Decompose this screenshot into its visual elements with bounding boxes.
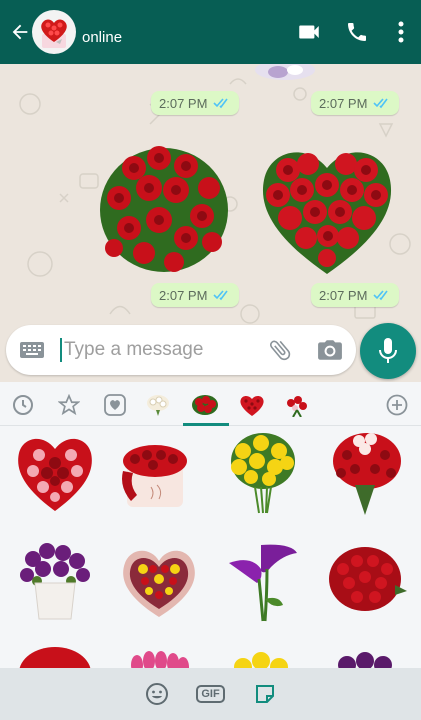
double-check-icon — [373, 98, 389, 109]
chat-header: online — [0, 0, 421, 64]
yellow-rose-bouquet-sticker — [231, 433, 295, 514]
message-timestamp: 2:07 PM — [151, 91, 240, 115]
sticker-purple-flowers-vase[interactable] — [10, 536, 100, 626]
heart-icon — [104, 394, 126, 416]
rose-box-sticker — [122, 445, 187, 507]
more-vert-icon — [398, 21, 404, 43]
yellow-roses-sticker — [234, 652, 288, 668]
heart-rose-box-icon — [41, 19, 67, 48]
sticker-tab-button[interactable] — [238, 674, 292, 714]
gif-label: GIF — [196, 685, 225, 703]
sticker-icon — [255, 685, 274, 703]
message-input[interactable] — [64, 339, 254, 361]
sticker-tabs — [0, 382, 421, 426]
message-timestamp: 2:07 PM — [151, 283, 240, 307]
paperclip-icon — [269, 340, 291, 361]
message-timestamp: 2:07 PM — [311, 283, 400, 307]
add-sticker-pack-button[interactable] — [380, 390, 414, 420]
purple-calla-lily-sticker — [229, 544, 297, 622]
attach-button[interactable] — [260, 330, 300, 370]
time-label: 2:07 PM — [159, 95, 208, 111]
rose-heart-sticker — [18, 438, 92, 511]
sticker-purple-calla-lily[interactable] — [218, 536, 308, 626]
red-rose-bunch-sticker — [329, 547, 407, 611]
panel-bottom-bar: GIF — [0, 668, 421, 720]
star-icon — [58, 394, 80, 416]
flower-top-sticker — [255, 64, 315, 80]
contact-avatar[interactable] — [32, 10, 76, 54]
partial-sticker[interactable] — [250, 64, 320, 93]
rose-heart-image — [262, 152, 392, 274]
time-label: 2:07 PM — [319, 95, 368, 111]
sticker-red-rose-bunch[interactable] — [322, 536, 412, 626]
arrow-left-icon — [12, 24, 28, 40]
rose-heart-pack-icon — [240, 396, 264, 416]
rose-bouquet-sticker[interactable] — [94, 138, 234, 283]
contact-status: online — [82, 28, 123, 46]
camera-icon — [318, 340, 342, 360]
tab-love[interactable] — [98, 390, 132, 420]
tab-favorites[interactable] — [52, 390, 86, 420]
back-button[interactable] — [6, 12, 34, 52]
recent-icon — [13, 395, 33, 415]
double-check-icon — [213, 290, 229, 301]
red-white-rose-bouquet-sticker — [333, 433, 401, 515]
purple-roses-sticker — [338, 652, 392, 668]
add-icon — [386, 394, 408, 416]
heart-flower-box-sticker — [123, 550, 195, 617]
double-check-icon — [213, 98, 229, 109]
keyboard-icon — [20, 342, 44, 358]
voice-record-button[interactable] — [360, 323, 416, 379]
purple-flowers-vase-sticker — [20, 543, 90, 620]
mic-icon — [379, 338, 397, 363]
sticker-red-flowers[interactable] — [10, 640, 100, 668]
red-roses-pack-icon — [192, 395, 218, 415]
sticker-purple-roses[interactable] — [322, 640, 412, 668]
video-call-button[interactable] — [285, 8, 333, 56]
sticker-panel: GIF — [0, 382, 421, 720]
keyboard-button[interactable] — [12, 330, 52, 370]
sticker-pink-tulips[interactable] — [114, 640, 204, 668]
tab-pack-rose-heart[interactable] — [235, 390, 269, 420]
message-composer — [6, 325, 356, 375]
rose-heart-sticker[interactable] — [258, 140, 396, 281]
text-cursor — [60, 338, 62, 362]
more-options-button[interactable] — [381, 8, 421, 56]
red-flowers-sticker — [19, 647, 91, 668]
voice-call-button[interactable] — [333, 8, 381, 56]
sticker-grid — [0, 426, 421, 668]
sticker-rose-heart[interactable] — [10, 428, 100, 518]
rose-bouquet-image — [100, 146, 228, 272]
sticker-red-white-rose-bouquet[interactable] — [322, 428, 412, 518]
camera-button[interactable] — [310, 330, 350, 370]
rose-mix-pack-icon — [287, 396, 307, 417]
white-roses-pack-icon — [147, 395, 169, 416]
tab-pack-white-roses[interactable] — [141, 390, 175, 420]
sticker-yellow-roses[interactable] — [218, 640, 308, 668]
time-label: 2:07 PM — [159, 287, 208, 303]
time-label: 2:07 PM — [319, 287, 368, 303]
double-check-icon — [373, 290, 389, 301]
video-call-icon — [299, 25, 319, 39]
message-timestamp: 2:07 PM — [311, 91, 400, 115]
gif-tab-button[interactable]: GIF — [184, 674, 238, 714]
sticker-heart-flower-box[interactable] — [114, 536, 204, 626]
tab-pack-rose-mix[interactable] — [280, 390, 314, 420]
tab-recent[interactable] — [6, 390, 40, 420]
pink-tulips-sticker — [131, 651, 189, 668]
emoji-icon — [145, 683, 168, 705]
tab-pack-red-roses[interactable] — [188, 390, 222, 420]
phone-icon — [348, 23, 366, 41]
emoji-tab-button[interactable] — [130, 674, 184, 714]
sticker-rose-box[interactable] — [110, 428, 200, 518]
sticker-yellow-rose-bouquet[interactable] — [218, 428, 308, 518]
